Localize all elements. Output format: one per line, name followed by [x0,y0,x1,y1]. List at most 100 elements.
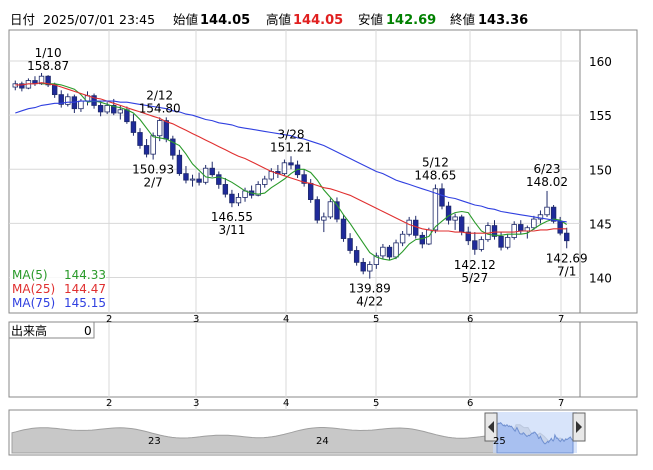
candle-body [281,162,288,175]
annotation-value: 150.93 [132,163,174,177]
candle-body [367,264,373,272]
annotation-value: 148.02 [526,175,568,189]
candle-body [478,239,485,250]
candle-body [406,219,412,235]
month-tick-label: 5 [373,314,379,325]
month-tick-label-volume: 7 [558,398,564,409]
date-label: 日付 [10,12,35,27]
candle-body [216,174,222,185]
y-tick-label: 155 [589,109,612,123]
candle-body [307,182,314,200]
annotation-value: 142.12 [454,258,496,272]
open-label: 始値 [173,12,198,27]
candle-body [380,246,386,257]
annotation-date: 3/11 [218,223,245,237]
candle-body [445,205,452,221]
ohlc-header: 日付 2025/07/01 23:45 始値 144.05 高値 144.05 … [10,12,528,28]
annotation-value: 154.80 [139,101,181,115]
month-tick-label-volume: 4 [283,398,289,409]
candle-body [432,188,439,231]
candle-body [130,121,137,133]
candle-body [544,206,550,216]
candle-body [472,240,478,250]
volume-axis-panel [579,321,638,398]
candle-body [518,224,524,232]
candle-body [386,246,393,258]
candle-body [531,218,537,229]
candle-body [399,233,406,244]
month-tick-label-volume: 5 [373,398,379,409]
candle-body [143,145,150,155]
candle-body [183,173,189,181]
candle-body [117,109,124,114]
candle-body [137,132,143,146]
ma25-value: 144.47 [64,282,106,296]
month-tick-label-volume: 6 [467,398,473,409]
navigator-label-25: 25 [493,436,506,447]
high-label: 高値 [266,12,291,27]
chart-window: 日付 2025/07/01 23:45 始値 144.05 高値 144.05 … [0,0,653,470]
navigator-label-23: 23 [148,436,161,447]
candle-body [235,197,242,204]
ma-legend: MA(5) 144.33 MA(25) 144.47 MA(75) 145.15 [10,267,106,311]
low-value: 142.69 [386,13,436,28]
candle-body [65,96,71,105]
annotation-date: 4/22 [356,295,383,309]
candle-body [458,216,465,233]
candle-body [439,188,445,207]
annotation-value: 148.65 [414,168,456,182]
annotation-date: 6/23 [534,162,561,176]
ma75-value: 145.15 [64,296,106,310]
volume-label: 出来高 [11,323,47,338]
month-tick-label: 3 [193,314,199,325]
y-tick-label: 140 [589,272,612,286]
candle-body [498,235,504,248]
annotation-date: 5/12 [422,155,449,169]
datetime-value: 2025/07/01 23:45 [43,12,155,27]
high-value: 144.05 [293,13,343,28]
candle-body [209,167,215,176]
ma5-value: 144.33 [64,268,106,282]
annotation-value: 146.55 [211,210,253,224]
candle-body [564,232,570,242]
ma5-label: MA(5) [12,268,48,282]
y-tick-label: 160 [589,55,612,69]
low-label: 安値 [358,12,383,27]
candle-body [262,178,268,185]
annotation-value: 139.89 [349,282,391,296]
annotation-date: 3/28 [278,127,305,141]
month-tick-label: 7 [558,314,564,325]
navigator-label-24: 24 [316,436,329,447]
candle-body [557,220,563,234]
candle-body [157,120,163,137]
candle-body [327,201,334,218]
candle-body [347,238,353,251]
candle-body [511,224,517,238]
candle-body [340,218,347,239]
candle-body [51,84,58,96]
candle-body [189,178,196,181]
month-tick-label: 4 [283,314,289,325]
annotation-date: 5/27 [461,271,488,285]
volume-value: 0 [84,324,92,338]
annotation-date: 7/1 [557,264,576,278]
candle-body [452,216,458,221]
stock-chart-svg: 日付 2025/07/01 23:45 始値 144.05 高値 144.05 … [0,0,653,470]
candle-body [314,199,320,221]
y-tick-label: 145 [589,217,612,231]
month-tick-label-volume: 2 [106,398,112,409]
candle-body [229,193,235,204]
candle-body [222,184,229,195]
candle-body [163,120,169,140]
candle-body [150,135,156,155]
ma75-label: MA(75) [12,296,55,310]
candle-body [97,105,104,113]
candle-body [504,237,511,248]
candle-body [321,216,327,221]
candle-body [360,261,366,272]
annotation-value: 158.87 [27,59,69,73]
annotation-date: 2/12 [146,88,173,102]
month-tick-label: 6 [467,314,473,325]
annotation-value: 151.21 [270,140,312,154]
annotation-date: 2/7 [143,176,162,190]
